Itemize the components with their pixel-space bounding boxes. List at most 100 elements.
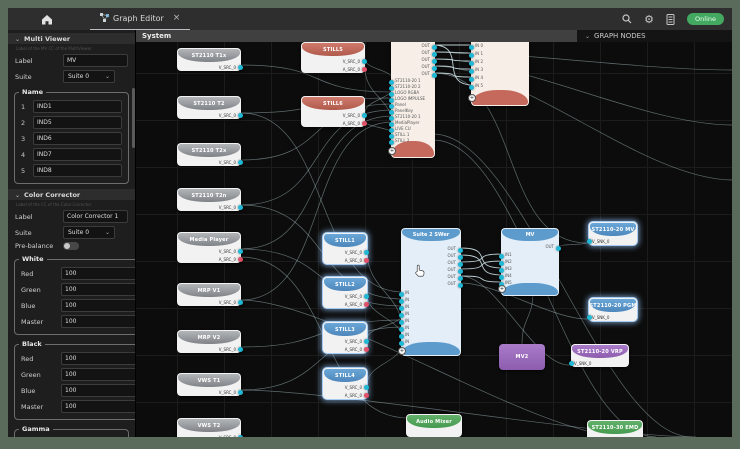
video-port[interactable] bbox=[238, 389, 243, 395]
node-still4[interactable]: STILL4 V_SRC_0 A_SRC_0 bbox=[323, 368, 369, 399]
node-graph-stage[interactable]: ST2110 T1x V_SRC_0 ST2110 T2 V_SRC_0 ST2110 … bbox=[136, 30, 732, 437]
black-blue-input[interactable] bbox=[61, 384, 135, 397]
node-switcher-top[interactable]: OUT OUT OUT OUT OUT ST2110-20 1 ST2110-20 2 LOG… bbox=[388, 35, 437, 158]
add-port-button[interactable]: + bbox=[498, 285, 506, 293]
tab-graph-editor[interactable]: Graph Editor × bbox=[90, 7, 191, 31]
video-port[interactable] bbox=[458, 283, 463, 288]
video-port[interactable] bbox=[569, 360, 574, 366]
online-button[interactable]: Online bbox=[687, 13, 724, 25]
video-port[interactable] bbox=[499, 275, 504, 280]
video-port[interactable] bbox=[469, 69, 474, 74]
video-port[interactable] bbox=[499, 261, 504, 266]
node-st2110-20-pgm[interactable]: ST2110-20 PGM V_SNK_0 bbox=[587, 298, 637, 321]
video-port[interactable] bbox=[389, 134, 394, 139]
node-mv[interactable]: MV OUT IN1 IN2 IN3 IN4 IN5 + bbox=[498, 228, 561, 296]
node-mv-top[interactable]: IN 0 IN 1 IN 2 IN 3 IN 4 IN 5 + bbox=[468, 32, 529, 106]
video-port[interactable] bbox=[499, 254, 504, 259]
name-input-2[interactable] bbox=[33, 116, 122, 129]
video-port[interactable] bbox=[458, 248, 463, 253]
close-icon[interactable]: × bbox=[173, 13, 181, 23]
black-master-input[interactable] bbox=[61, 400, 135, 413]
name-input-5[interactable] bbox=[33, 164, 122, 177]
audio-port[interactable] bbox=[364, 301, 369, 307]
video-port[interactable] bbox=[364, 384, 369, 390]
video-port[interactable] bbox=[389, 92, 394, 97]
video-port[interactable] bbox=[458, 262, 463, 267]
node-still3[interactable]: STILL3 V_SRC_0 A_SRC_0 bbox=[323, 322, 369, 353]
cc-label-input[interactable] bbox=[63, 210, 128, 223]
video-port[interactable] bbox=[238, 112, 243, 118]
mv-label-input[interactable] bbox=[63, 54, 128, 67]
video-port[interactable] bbox=[458, 269, 463, 274]
video-port[interactable] bbox=[469, 61, 474, 66]
audio-port[interactable] bbox=[364, 257, 369, 263]
search-icon[interactable] bbox=[622, 14, 632, 24]
node-mrp-v1[interactable]: MRP V1 V_SRC_0 bbox=[177, 283, 243, 306]
name-input-4[interactable] bbox=[33, 148, 122, 161]
video-port[interactable] bbox=[389, 80, 394, 85]
node-st2110-30-emd[interactable]: ST2110-30 EMD bbox=[587, 420, 643, 437]
video-port[interactable] bbox=[469, 85, 474, 90]
video-port[interactable] bbox=[364, 249, 369, 255]
video-port[interactable] bbox=[399, 334, 404, 339]
video-port[interactable] bbox=[238, 64, 243, 70]
mv-suite-select[interactable]: Suite 0 bbox=[63, 70, 115, 83]
white-red-input[interactable] bbox=[61, 267, 135, 280]
node-vws-t2[interactable]: VWS T2 V_SRC_0 bbox=[177, 418, 243, 437]
video-port[interactable] bbox=[432, 59, 437, 64]
white-green-input[interactable] bbox=[61, 283, 135, 296]
gear-icon[interactable] bbox=[644, 13, 654, 26]
video-port[interactable] bbox=[432, 73, 437, 78]
node-audio-mixer[interactable]: Audio Mixer bbox=[406, 414, 462, 437]
audio-port[interactable] bbox=[362, 120, 367, 126]
video-port[interactable] bbox=[362, 58, 367, 64]
sidebar-scrollbar[interactable] bbox=[132, 88, 135, 148]
name-input-3[interactable] bbox=[33, 132, 122, 145]
black-red-input[interactable] bbox=[61, 352, 135, 365]
system-tab[interactable]: System bbox=[136, 30, 577, 42]
video-port[interactable] bbox=[389, 110, 394, 115]
video-port[interactable] bbox=[238, 248, 243, 254]
node-media-player[interactable]: Media Player V_SRC_0 A_SRC_0 bbox=[177, 232, 243, 263]
video-port[interactable] bbox=[469, 45, 474, 50]
server-icon[interactable] bbox=[666, 13, 675, 25]
video-port[interactable] bbox=[389, 140, 394, 145]
video-port[interactable] bbox=[364, 338, 369, 344]
video-port[interactable] bbox=[399, 327, 404, 332]
video-port[interactable] bbox=[389, 122, 394, 127]
video-port[interactable] bbox=[238, 346, 243, 352]
graph-nodes-panel-header[interactable]: GRAPH NODES bbox=[577, 30, 732, 42]
node-still5[interactable]: STILL5 V_SRC_0 A_SRC_0 bbox=[301, 42, 367, 73]
video-port[interactable] bbox=[389, 104, 394, 109]
video-port[interactable] bbox=[587, 314, 592, 320]
graph-canvas[interactable]: ST2110 T1x V_SRC_0 ST2110 T2 V_SRC_0 ST2110 … bbox=[136, 30, 732, 437]
video-port[interactable] bbox=[238, 159, 243, 165]
video-port[interactable] bbox=[556, 246, 561, 251]
node-st2110-t2[interactable]: ST2110 T2 V_SRC_0 bbox=[177, 96, 243, 119]
cc-suite-select[interactable]: Suite 0 bbox=[63, 226, 115, 239]
audio-port[interactable] bbox=[364, 392, 369, 398]
audio-port[interactable] bbox=[364, 346, 369, 352]
video-port[interactable] bbox=[469, 77, 474, 82]
add-port-button[interactable]: + bbox=[468, 94, 476, 102]
video-port[interactable] bbox=[399, 341, 404, 346]
video-port[interactable] bbox=[238, 434, 243, 437]
add-port-button[interactable]: + bbox=[398, 347, 406, 355]
node-st2110-t1x[interactable]: ST2110 T1x V_SRC_0 bbox=[177, 48, 243, 71]
node-st2110-20-vrp[interactable]: ST2110-20 VRP V_SNK_0 bbox=[569, 344, 629, 367]
video-port[interactable] bbox=[432, 45, 437, 50]
video-port[interactable] bbox=[458, 276, 463, 281]
black-green-input[interactable] bbox=[61, 368, 135, 381]
node-st2110-t2x[interactable]: ST2110 T2x V_SRC_0 bbox=[177, 143, 243, 166]
node-st2110-t2n[interactable]: ST2110 T2n V_SRC_0 bbox=[177, 188, 243, 211]
node-suite2-swer[interactable]: Suite 2 SWer OUT OUT OUT OUT OUT OUT IN IN IN IN IN… bbox=[398, 228, 463, 356]
panel-color-corrector-header[interactable]: Color Corrector bbox=[8, 189, 135, 200]
node-mv2[interactable]: MV2 bbox=[499, 344, 545, 370]
video-port[interactable] bbox=[399, 306, 404, 311]
panel-multi-viewer-header[interactable]: Multi Viewer bbox=[8, 33, 135, 44]
node-still2[interactable]: STILL2 V_SRC_0 A_SRC_0 bbox=[323, 277, 369, 308]
video-port[interactable] bbox=[238, 299, 243, 305]
video-port[interactable] bbox=[389, 116, 394, 121]
prebalance-toggle[interactable] bbox=[63, 242, 79, 250]
video-port[interactable] bbox=[587, 238, 592, 244]
